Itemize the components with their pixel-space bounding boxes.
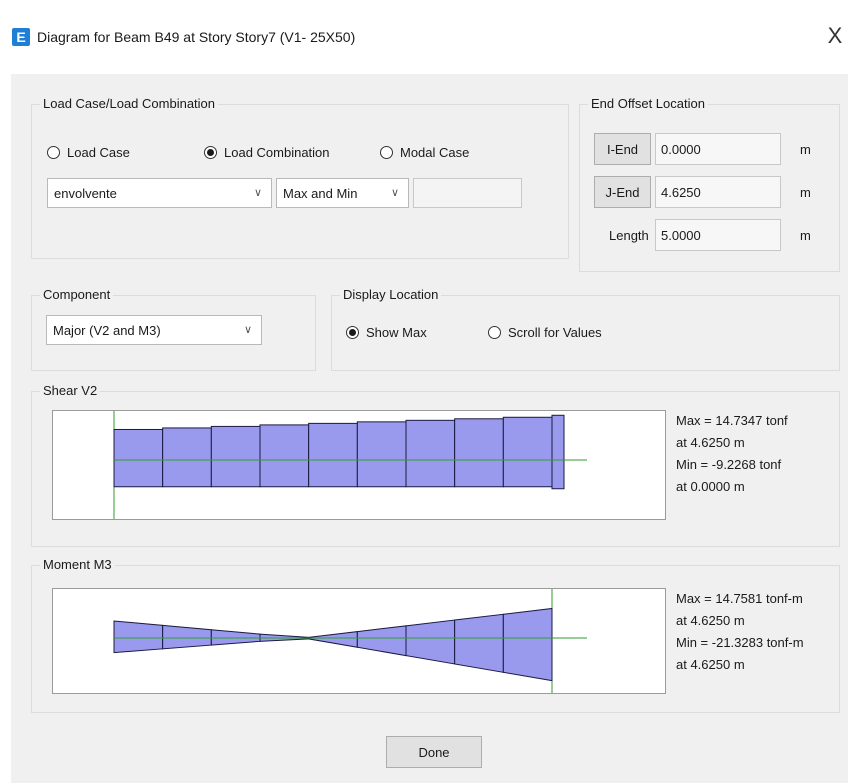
shear-segment [210,425,261,488]
shear-max-location: at 4.6250 m [676,435,745,450]
extra-value-field[interactable] [413,178,522,208]
shear-min-location: at 0.0000 m [676,479,745,494]
radio-scroll-values-label: Scroll for Values [508,325,602,340]
j-end-unit: m [800,185,811,200]
shear-segment [113,428,164,488]
radio-scroll-values[interactable]: Scroll for Values [488,325,602,340]
i-end-field[interactable]: 0.0000 [655,133,781,165]
radio-modal-case-indicator [380,146,393,159]
component-select[interactable]: Major (V2 and M3) ∨ [46,315,262,345]
done-button[interactable]: Done [386,736,482,768]
radio-load-combination-label: Load Combination [224,145,330,160]
moment-segment [502,607,553,682]
load-combination-select[interactable]: envolvente ∨ [47,178,272,208]
chevron-down-icon: ∨ [243,324,253,336]
dialog-body: Load Case/Load Combination Load Case Loa… [11,74,848,783]
chevron-down-icon: ∨ [390,187,400,199]
shear-segment [502,416,553,488]
radio-show-max[interactable]: Show Max [346,325,427,340]
window-left-edge [0,74,11,783]
shear-segment [259,424,310,488]
radio-scroll-values-indicator [488,326,501,339]
display-location-group-label: Display Location [340,287,442,302]
shear-group-label: Shear V2 [40,383,101,398]
radio-modal-case[interactable]: Modal Case [380,145,469,160]
chevron-down-icon: ∨ [253,187,263,199]
shear-diagram [52,410,666,520]
moment-min-location: at 4.6250 m [676,657,745,672]
max-min-value: Max and Min [283,185,358,201]
moment-segment [162,624,212,650]
radio-load-combination[interactable]: Load Combination [204,145,330,160]
radio-load-case-label: Load Case [67,145,130,160]
shear-diagram-svg [113,411,587,519]
component-group-label: Component [40,287,114,302]
shear-readout: Max = 14.7347 tonf at 4.6250 m Min = -9.… [676,410,788,498]
moment-min-value: Min = -21.3283 tonf-m [676,635,804,650]
moment-segment [405,619,456,665]
shear-end-block [551,414,565,490]
component-value: Major (V2 and M3) [53,322,161,338]
length-field: 5.0000 [655,219,781,251]
j-end-button[interactable]: J-End [594,176,651,208]
radio-load-combination-indicator [204,146,217,159]
radio-modal-case-label: Modal Case [400,145,470,160]
moment-readout: Max = 14.7581 tonf-m at 4.6250 m Min = -… [676,588,804,676]
moment-max-value: Max = 14.7581 tonf-m [676,591,803,606]
moment-group-label: Moment M3 [40,557,115,572]
moment-segment [113,620,164,654]
display-location-group: Display Location Show Max Scroll for Val… [331,287,840,371]
shear-max-value: Max = 14.7347 tonf [676,413,788,428]
max-min-select[interactable]: Max and Min ∨ [276,178,409,208]
shear-segment [454,418,504,488]
length-unit: m [800,228,811,243]
app-logo-icon: E [12,28,30,46]
close-button[interactable]: X [818,20,852,52]
shear-min-value: Min = -9.2268 tonf [676,457,782,472]
radio-load-case-indicator [47,146,60,159]
moment-max-location: at 4.6250 m [676,613,745,628]
moment-group: Moment M3 Max = 14.7581 tonf-m at 4.6250… [31,557,840,713]
moment-diagram-svg [113,589,587,693]
radio-load-case[interactable]: Load Case [47,145,130,160]
title-bar: E Diagram for Beam B49 at Story Story7 (… [0,0,864,74]
moment-diagram [52,588,666,694]
radio-show-max-indicator [346,326,359,339]
radio-show-max-label: Show Max [366,325,427,340]
load-case-group-label: Load Case/Load Combination [40,96,219,111]
shear-segment [356,421,407,488]
j-end-field[interactable]: 4.6250 [655,176,781,208]
window-right-edge [848,74,864,783]
moment-segment [356,625,407,657]
end-offset-group-label: End Offset Location [588,96,708,111]
moment-segment [308,631,358,648]
load-case-group: Load Case/Load Combination Load Case Loa… [31,96,569,259]
moment-segment [454,613,504,673]
window-title: Diagram for Beam B49 at Story Story7 (V1… [37,29,356,45]
shear-group: Shear V2 Max = 14.7347 tonf at 4.6250 m … [31,383,840,547]
shear-segment [308,422,358,488]
shear-segment [162,427,212,488]
shear-segment [405,419,456,488]
component-group: Component Major (V2 and M3) ∨ [31,287,316,371]
load-combination-value: envolvente [54,185,117,201]
end-offset-group: End Offset Location I-End 0.0000 m J-End… [579,96,840,272]
length-label: Length [609,228,649,243]
moment-segment [210,629,261,646]
i-end-button[interactable]: I-End [594,133,651,165]
i-end-unit: m [800,142,811,157]
